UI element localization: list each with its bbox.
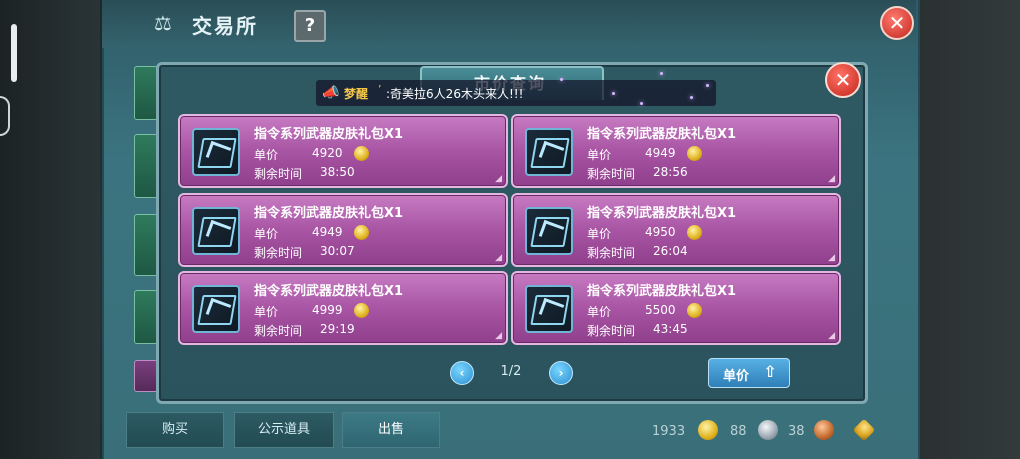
side-notch-icon[interactable] xyxy=(0,96,10,136)
time-left-label: 剩余时间 xyxy=(587,246,636,260)
price-label: 单价 xyxy=(587,148,612,162)
corner-ornament-icon: ◢ xyxy=(495,253,502,263)
gold-coin-icon xyxy=(687,303,702,318)
gold-coin-icon xyxy=(354,146,369,161)
sort-by-price-button[interactable]: 单价 ⇧ xyxy=(708,358,790,388)
weapon-skin-pack-icon xyxy=(525,128,573,176)
gold-coin-icon xyxy=(354,303,369,318)
price-label: 单价 xyxy=(587,305,612,319)
gold-coin-icon xyxy=(354,225,369,240)
window-title: 交易所 xyxy=(192,14,258,38)
listing-price: 5500 xyxy=(645,303,676,317)
tab-public-items[interactable]: 公示道具 xyxy=(234,412,334,448)
weapon-skin-pack-icon xyxy=(192,285,240,333)
time-left-value: 30:07 xyxy=(320,244,355,258)
time-left-value: 29:19 xyxy=(320,322,355,336)
weapon-skin-pack-icon xyxy=(525,207,573,255)
help-button[interactable]: ? xyxy=(294,10,326,42)
time-left-value: 26:04 xyxy=(653,244,688,258)
silver-amount: 88 xyxy=(730,424,747,439)
scale-icon: ⚖ xyxy=(154,11,172,35)
sparkle-effect xyxy=(706,84,709,87)
time-left-label: 剩余时间 xyxy=(254,167,303,181)
listing-card[interactable]: 指令系列武器皮肤礼包X1 单价 4920 剩余时间 38:50 ◢ xyxy=(178,114,508,188)
background-right xyxy=(910,0,1020,459)
time-left-label: 剩余时间 xyxy=(254,324,303,338)
listing-price: 4920 xyxy=(312,146,343,160)
horn-icon: 📣 xyxy=(322,85,340,101)
window-close-button[interactable]: ✕ xyxy=(880,6,914,40)
broadcast-separator: ’ xyxy=(378,83,382,96)
sparkle-effect xyxy=(660,72,663,75)
sparkle-effect xyxy=(612,92,615,95)
broadcast-player-name: 梦醒 xyxy=(344,87,369,101)
price-label: 单价 xyxy=(254,305,279,319)
side-drawer-handle[interactable] xyxy=(11,24,17,82)
sparkle-effect xyxy=(690,96,693,99)
listing-card[interactable]: 指令系列武器皮肤礼包X1 单价 4999 剩余时间 29:19 ◢ xyxy=(178,271,508,345)
tab-buy[interactable]: 购买 xyxy=(126,412,224,448)
sparkle-effect xyxy=(640,102,643,105)
time-left-value: 43:45 xyxy=(653,322,688,336)
side-slot-item[interactable] xyxy=(134,214,158,276)
prev-page-button[interactable]: ‹ xyxy=(450,361,474,385)
listing-price: 4949 xyxy=(312,225,343,239)
tab-sell[interactable]: 出售 xyxy=(342,412,440,448)
bronze-amount: 38 xyxy=(788,424,805,439)
next-page-button[interactable]: › xyxy=(549,361,573,385)
listing-name: 指令系列武器皮肤礼包X1 xyxy=(254,127,404,142)
price-label: 单价 xyxy=(254,148,279,162)
corner-ornament-icon: ◢ xyxy=(828,331,835,341)
listing-card[interactable]: 指令系列武器皮肤礼包X1 单价 4950 剩余时间 26:04 ◢ xyxy=(511,193,841,267)
price-label: 单价 xyxy=(254,227,279,241)
listing-name: 指令系列武器皮肤礼包X1 xyxy=(587,206,737,221)
side-slot-item[interactable] xyxy=(134,66,158,120)
time-left-value: 38:50 xyxy=(320,165,355,179)
weapon-skin-pack-icon xyxy=(192,207,240,255)
gold-coin-icon xyxy=(698,420,718,440)
weapon-skin-pack-icon xyxy=(192,128,240,176)
gold-amount: 1933 xyxy=(652,424,686,439)
time-left-label: 剩余时间 xyxy=(254,246,303,260)
listing-name: 指令系列武器皮肤礼包X1 xyxy=(587,284,737,299)
bronze-coin-icon xyxy=(814,420,834,440)
listing-name: 指令系列武器皮肤礼包X1 xyxy=(254,284,404,299)
gold-coin-icon xyxy=(687,225,702,240)
broadcast-message: :奇美拉6人26木头来人!!! xyxy=(386,87,524,101)
silver-coin-icon xyxy=(758,420,778,440)
corner-ornament-icon: ◢ xyxy=(495,331,502,341)
sort-label: 单价 xyxy=(723,369,750,384)
sort-arrow-up-icon: ⇧ xyxy=(763,362,777,381)
price-label: 单价 xyxy=(587,227,612,241)
corner-ornament-icon: ◢ xyxy=(828,253,835,263)
corner-ornament-icon: ◢ xyxy=(495,174,502,184)
listing-price: 4999 xyxy=(312,303,343,317)
side-slot-item[interactable] xyxy=(134,134,158,198)
gold-coin-icon xyxy=(687,146,702,161)
side-slot-item[interactable] xyxy=(134,360,158,392)
listing-card[interactable]: 指令系列武器皮肤礼包X1 单价 4949 剩余时间 28:56 ◢ xyxy=(511,114,841,188)
corner-ornament-icon: ◢ xyxy=(828,174,835,184)
listing-price: 4949 xyxy=(645,146,676,160)
side-slot-item[interactable] xyxy=(134,290,158,344)
listing-name: 指令系列武器皮肤礼包X1 xyxy=(587,127,737,142)
time-left-value: 28:56 xyxy=(653,165,688,179)
sparkle-effect xyxy=(560,78,563,81)
listing-card[interactable]: 指令系列武器皮肤礼包X1 单价 4949 剩余时间 30:07 ◢ xyxy=(178,193,508,267)
page-indicator: 1/2 xyxy=(500,364,522,379)
listing-name: 指令系列武器皮肤礼包X1 xyxy=(254,206,404,221)
listing-card[interactable]: 指令系列武器皮肤礼包X1 单价 5500 剩余时间 43:45 ◢ xyxy=(511,271,841,345)
weapon-skin-pack-icon xyxy=(525,285,573,333)
listing-price: 4950 xyxy=(645,225,676,239)
dialog-close-button[interactable]: ✕ xyxy=(825,62,861,98)
time-left-label: 剩余时间 xyxy=(587,167,636,181)
time-left-label: 剩余时间 xyxy=(587,324,636,338)
